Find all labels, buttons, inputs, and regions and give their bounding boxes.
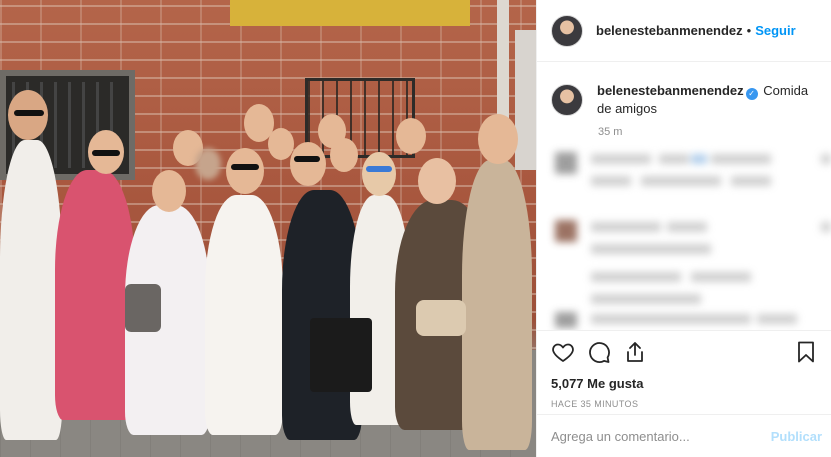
person xyxy=(462,160,532,450)
post-header: belenestebanmenendez • Seguir xyxy=(537,0,831,62)
sunglasses xyxy=(14,110,44,116)
header-username[interactable]: belenestebanmenendez xyxy=(596,23,743,38)
caption-time: 35 m xyxy=(598,126,623,138)
person-head xyxy=(226,148,264,194)
person-head xyxy=(396,118,426,154)
sunglasses xyxy=(92,150,120,156)
person-head xyxy=(362,152,396,196)
caption: belenestebanmenendez ✓ Comida de amigos xyxy=(537,72,831,118)
handbag xyxy=(416,300,466,336)
comment-icon[interactable] xyxy=(587,340,611,364)
sunglasses xyxy=(366,166,392,172)
person-head xyxy=(418,158,456,204)
caption-username[interactable]: belenestebanmenendez xyxy=(597,83,744,98)
person-head xyxy=(268,128,294,160)
blurred-comment xyxy=(551,310,831,330)
add-comment-bar: Publicar xyxy=(537,414,831,457)
bookmark-icon[interactable] xyxy=(794,340,818,364)
avatar[interactable] xyxy=(551,14,583,47)
person-head xyxy=(330,138,358,172)
post-timestamp: HACE 35 MINUTOS xyxy=(551,399,639,409)
caption-text: belenestebanmenendez ✓ Comida de amigos xyxy=(597,82,818,118)
blurred-comment xyxy=(551,218,831,268)
avatar[interactable] xyxy=(551,84,583,116)
blurred-face xyxy=(195,148,221,180)
separator-dot: • xyxy=(746,23,752,38)
action-icons xyxy=(551,339,818,365)
person xyxy=(55,170,135,420)
person-head xyxy=(152,170,186,212)
yellow-roof-edge xyxy=(230,0,470,26)
person-head xyxy=(290,142,326,186)
person-head xyxy=(478,114,518,164)
comment-input[interactable] xyxy=(551,428,771,444)
person xyxy=(0,140,62,440)
blurred-comment xyxy=(551,150,831,200)
comments-section: belenestebanmenendez ✓ Comida de amigos 3… xyxy=(537,72,831,330)
share-icon[interactable] xyxy=(623,340,647,364)
heart-icon[interactable] xyxy=(551,340,575,364)
sunglasses xyxy=(294,156,320,162)
verified-badge-icon: ✓ xyxy=(745,88,758,100)
publish-button[interactable]: Publicar xyxy=(771,429,822,444)
follow-button[interactable]: Seguir xyxy=(755,23,795,38)
likes-count[interactable]: 5,077 Me gusta xyxy=(551,376,818,391)
post-actions: 5,077 Me gusta HACE 35 MINUTOS xyxy=(537,330,831,409)
white-door-frame xyxy=(515,30,536,170)
post-sidebar: belenestebanmenendez • Seguir belenesteb… xyxy=(536,0,831,457)
handbag xyxy=(310,318,372,392)
person xyxy=(205,195,283,435)
handbag xyxy=(125,284,161,332)
post-photo[interactable] xyxy=(0,0,536,457)
sunglasses xyxy=(231,164,259,170)
